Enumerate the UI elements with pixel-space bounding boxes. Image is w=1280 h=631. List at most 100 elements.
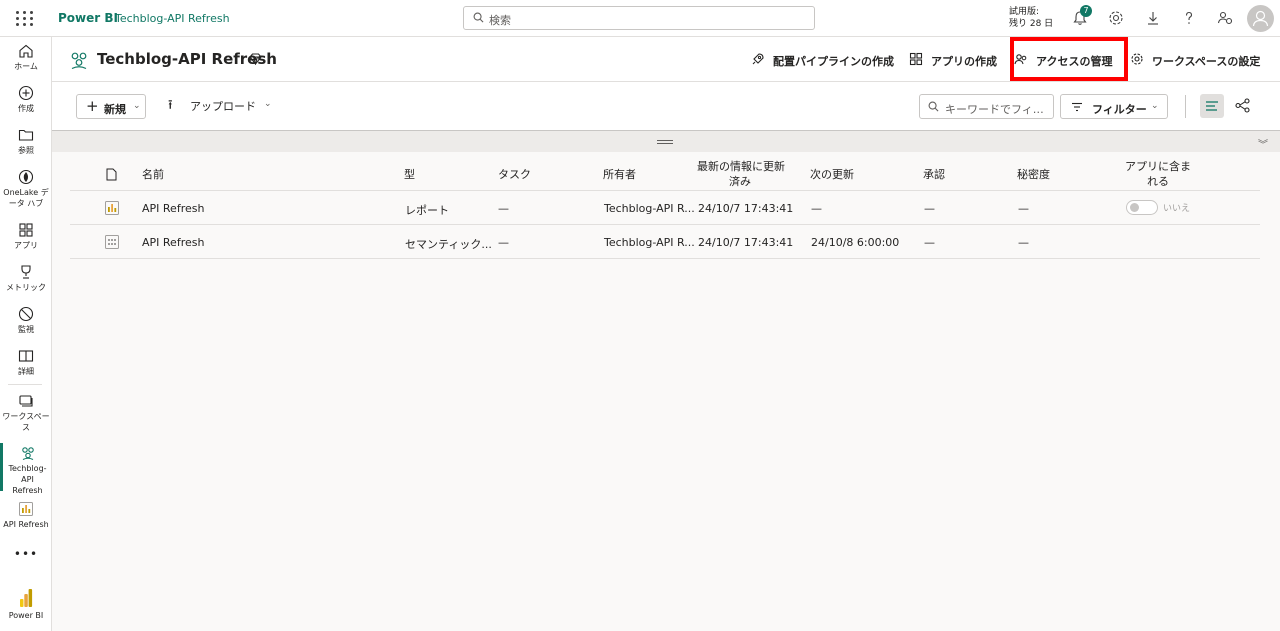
semantic-model-icon — [105, 235, 119, 249]
list-view-button[interactable] — [1200, 94, 1224, 118]
nav-metrics[interactable]: メトリック — [0, 264, 52, 293]
nav-learn[interactable]: 詳細 — [0, 348, 52, 377]
row-endorsement: — — [924, 202, 935, 215]
nav-apps[interactable]: アプリ — [0, 222, 52, 251]
app-launcher-icon[interactable] — [14, 8, 36, 28]
header-in-app-line1: アプリに含ま — [1125, 160, 1191, 173]
row-name-link[interactable]: API Refresh — [142, 202, 204, 215]
share-people-icon[interactable] — [1216, 9, 1234, 27]
row-next-refresh: — — [811, 202, 822, 215]
help-icon[interactable] — [1180, 9, 1198, 27]
create-pipeline-label: 配置パイプラインの作成 — [773, 55, 894, 68]
nav-api-refresh-report[interactable]: API Refresh — [0, 501, 52, 530]
search-placeholder: 検索 — [489, 14, 511, 27]
nav-browse[interactable]: 参照 — [0, 127, 52, 156]
row-refreshed: 24/10/7 17:43:41 — [698, 202, 794, 215]
keyword-placeholder: キーワードでフィ… — [945, 103, 1044, 116]
workspace-settings-label: ワークスペースの設定 — [1152, 55, 1261, 68]
collapse-chevron-icon[interactable]: ︾ — [1258, 136, 1268, 151]
upload-icon: ⭱ — [168, 98, 173, 113]
header-owner[interactable]: 所有者 — [603, 167, 636, 182]
workspace-settings-button[interactable]: ワークスペースの設定 — [1131, 53, 1261, 69]
premium-diamond-icon — [249, 53, 262, 65]
nav-label: メトリック — [6, 283, 46, 292]
home-icon — [19, 44, 33, 58]
nav-label: Techblog-API Refresh — [8, 464, 47, 495]
breadcrumb[interactable]: Techblog-API Refresh — [115, 12, 230, 25]
nav-label: 監視 — [18, 325, 34, 334]
brand-name[interactable]: Power BI — [58, 11, 118, 25]
nav-current-workspace[interactable]: Techblog-API Refresh — [0, 443, 52, 495]
notification-badge: 7 — [1080, 5, 1092, 17]
global-search-input[interactable]: 検索 — [463, 6, 815, 30]
table-row[interactable]: API Refresh セマンティック... — Techblog-API R.… — [70, 225, 1260, 259]
header-refreshed-line1: 最新の情報に更新 — [697, 160, 785, 173]
row-type: セマンティック... — [405, 238, 492, 251]
row-refreshed: 24/10/7 17:43:41 — [698, 236, 794, 249]
search-icon — [473, 12, 484, 23]
chevron-down-icon: ⌄ — [133, 101, 141, 111]
table-row[interactable]: API Refresh レポート — Techblog-API R... 24/… — [70, 191, 1260, 225]
chevron-down-icon: ⌄ — [264, 99, 272, 109]
trial-label: 試用版: — [1009, 7, 1040, 17]
filter-label: フィルター — [1092, 103, 1147, 116]
row-owner: Techblog-API R... — [604, 236, 695, 249]
left-navigation: ホーム 作成 参照 OneLake データ ハブ アプリ メトリック 監視 詳細… — [0, 37, 52, 631]
header-task[interactable]: タスク — [498, 167, 531, 182]
toggle-knob — [1130, 203, 1139, 212]
report-icon — [19, 502, 33, 516]
create-pipeline-button[interactable]: 配置パイプラインの作成 — [752, 53, 894, 69]
row-name-link[interactable]: API Refresh — [142, 236, 204, 249]
report-icon — [105, 201, 119, 215]
header-endorsement[interactable]: 承認 — [923, 167, 945, 182]
nav-divider — [8, 384, 42, 385]
pane-splitter[interactable]: ︾ — [52, 130, 1280, 152]
command-bar: + 新規 ⌄ ⭱ アップロード ⌄ キーワードでフィ… フィルター ⌄ — [52, 82, 1280, 130]
footer-label: Power BI — [8, 611, 44, 620]
workspaces-icon — [19, 395, 33, 407]
plus-icon: + — [86, 97, 99, 115]
nav-workspaces[interactable]: ワークスペース — [0, 393, 52, 433]
new-button[interactable]: + 新規 ⌄ — [76, 94, 146, 119]
row-sensitivity: — — [1018, 202, 1029, 215]
row-type: レポート — [405, 204, 449, 217]
row-next-refresh: 24/10/8 6:00:00 — [811, 236, 900, 249]
header-in-app[interactable]: アプリに含ま れる — [1122, 159, 1194, 189]
new-label: 新規 — [104, 103, 126, 116]
header-sensitivity[interactable]: 秘密度 — [1017, 167, 1050, 182]
row-sensitivity: — — [1018, 236, 1029, 249]
create-icon — [18, 85, 34, 101]
nav-create[interactable]: 作成 — [0, 85, 52, 114]
header-name[interactable]: 名前 — [142, 167, 164, 182]
nav-more-icon[interactable]: ••• — [0, 547, 52, 561]
include-in-app-toggle[interactable] — [1126, 200, 1158, 215]
nav-onelake[interactable]: OneLake データ ハブ — [0, 169, 52, 209]
nav-monitor[interactable]: 監視 — [0, 306, 52, 335]
gear-icon — [1131, 53, 1143, 65]
powerbi-logo-icon — [20, 589, 33, 607]
gear-icon[interactable] — [1107, 9, 1125, 27]
user-icon — [1252, 10, 1269, 27]
highlight-box — [1010, 37, 1128, 81]
lineage-view-icon[interactable] — [1235, 98, 1250, 113]
header-next-refresh[interactable]: 次の更新 — [810, 167, 854, 182]
apps-icon — [909, 52, 923, 66]
header-refreshed[interactable]: 最新の情報に更新 済み — [697, 159, 785, 189]
list-view-icon — [1206, 101, 1218, 111]
header-type[interactable]: 型 — [404, 167, 415, 182]
avatar[interactable] — [1247, 5, 1274, 32]
search-icon — [928, 101, 939, 112]
trial-status[interactable]: 試用版: 残り 28 日 — [1009, 6, 1053, 30]
drag-handle-icon[interactable] — [657, 140, 673, 144]
learn-icon — [18, 350, 34, 362]
create-app-button[interactable]: アプリの作成 — [909, 52, 997, 69]
keyword-filter-input[interactable]: キーワードでフィ… — [919, 94, 1054, 119]
rocket-icon — [752, 53, 764, 65]
nav-label: 作成 — [18, 104, 34, 113]
create-app-label: アプリの作成 — [931, 55, 997, 68]
nav-home[interactable]: ホーム — [0, 43, 52, 72]
filter-button[interactable]: フィルター ⌄ — [1060, 94, 1168, 119]
download-icon[interactable] — [1144, 9, 1162, 27]
row-task: — — [498, 236, 509, 249]
workspace-icon — [71, 52, 87, 70]
